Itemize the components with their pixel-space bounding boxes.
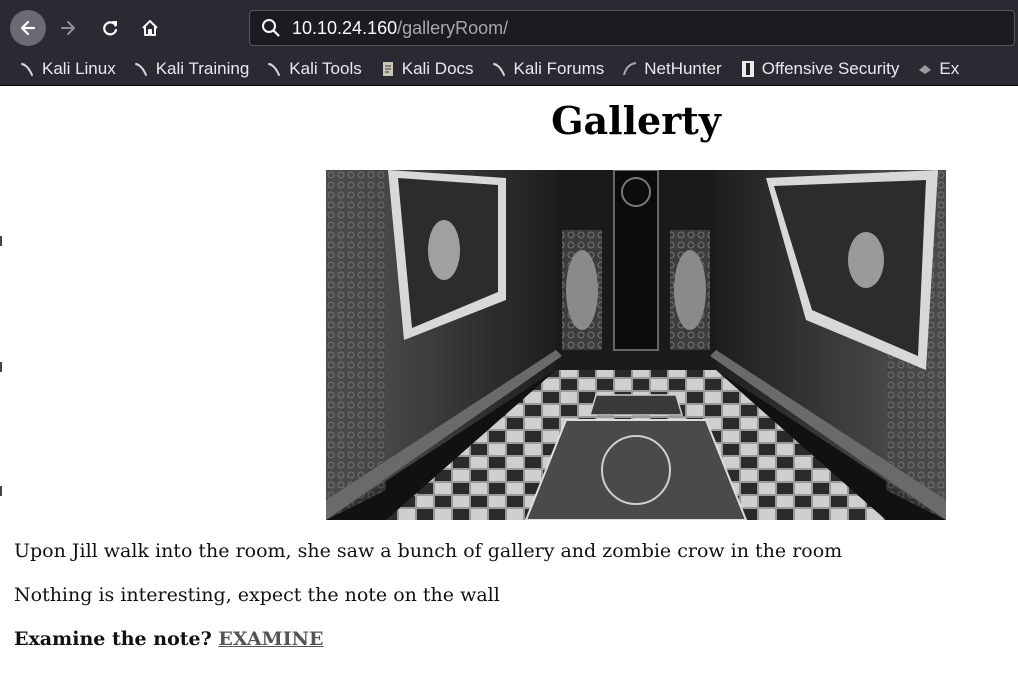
bookmark-kali-forums[interactable]: Kali Forums <box>492 59 605 79</box>
url-text: 10.10.24.160/galleryRoom/ <box>292 18 508 39</box>
bookmark-kali-tools[interactable]: Kali Tools <box>267 59 362 79</box>
bookmark-offensive-security[interactable]: Offensive Security <box>740 59 900 79</box>
page-edge-mark <box>0 362 2 372</box>
bookmark-nethunter[interactable]: NetHunter <box>622 59 722 79</box>
bookmark-label: Kali Training <box>155 59 250 78</box>
home-icon <box>142 20 158 36</box>
bookmark-label: Ex <box>939 59 960 78</box>
back-button[interactable] <box>10 10 46 46</box>
bookmark-kali-training[interactable]: Kali Training <box>134 59 250 79</box>
arrow-right-icon <box>61 21 75 35</box>
kali-dragon-icon <box>267 61 283 77</box>
bookmarks-bar: Kali Linux Kali Training Kali Tools Kali Do… <box>0 54 1018 84</box>
gallery-room-image <box>326 170 946 520</box>
examine-link[interactable]: EXAMINE <box>218 628 323 650</box>
bookmark-label: Kali Linux <box>42 59 116 78</box>
room-description: Upon Jill walk into the room, she saw a … <box>14 540 843 562</box>
bookmark-label: Kali Tools <box>289 59 362 78</box>
reload-icon <box>103 21 118 36</box>
url-path: /galleryRoom/ <box>397 17 509 38</box>
exploit-db-icon <box>917 61 933 77</box>
home-button[interactable] <box>132 10 168 46</box>
url-host: 10.10.24.160 <box>292 17 398 38</box>
bookmark-kali-docs[interactable]: Kali Docs <box>380 59 474 79</box>
note-hint: Nothing is interesting, expect the note … <box>14 584 500 606</box>
bookmark-label: Kali Forums <box>513 59 605 78</box>
bookmark-ex[interactable]: Ex <box>917 59 959 79</box>
forward-button[interactable] <box>50 10 86 46</box>
docs-icon <box>380 61 396 77</box>
page-title: Gallerty <box>551 98 721 143</box>
page-edge-mark <box>0 236 2 246</box>
kali-dragon-icon <box>20 61 36 77</box>
address-bar[interactable]: 10.10.24.160/galleryRoom/ <box>249 10 1015 46</box>
page-content: Gallerty Upon Jill walk into the room, s… <box>0 86 1018 687</box>
examine-prompt: Examine the note? EXAMINE <box>14 628 323 650</box>
kali-dragon-icon <box>134 61 150 77</box>
reload-button[interactable] <box>92 10 128 46</box>
bookmark-label: NetHunter <box>644 59 722 78</box>
nethunter-icon <box>622 61 638 77</box>
examine-question: Examine the note? <box>14 628 212 650</box>
browser-toolbar: 10.10.24.160/galleryRoom/ Kali Linux Kali… <box>0 0 1018 86</box>
bookmark-label: Kali Docs <box>401 59 474 78</box>
bookmark-kali-linux[interactable]: Kali Linux <box>20 59 116 79</box>
page-edge-mark <box>0 486 2 496</box>
search-icon <box>262 19 280 37</box>
offsec-icon <box>740 60 756 78</box>
bookmark-label: Offensive Security <box>761 59 900 78</box>
kali-dragon-icon <box>492 61 508 77</box>
arrow-left-icon <box>20 20 36 36</box>
